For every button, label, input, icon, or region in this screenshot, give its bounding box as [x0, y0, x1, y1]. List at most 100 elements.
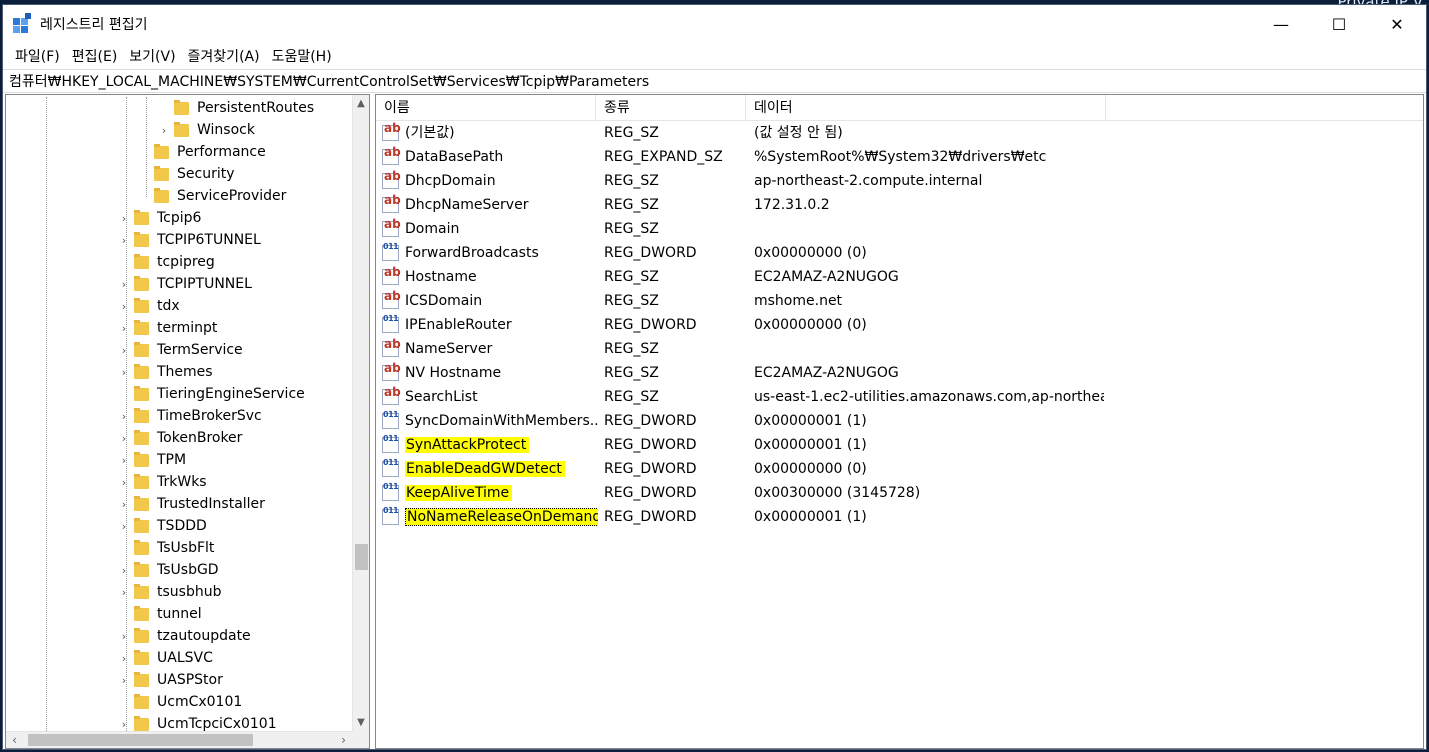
- tree-key-item[interactable]: Performance: [138, 141, 266, 163]
- tree-key-item[interactable]: › tsusbhub: [118, 581, 221, 603]
- scroll-thumb[interactable]: [355, 544, 368, 570]
- value-row[interactable]: Hostname REG_SZ EC2AMAZ-A2NUGOG: [376, 265, 1423, 289]
- value-row[interactable]: (기본값) REG_SZ (값 설정 안 됨): [376, 121, 1423, 145]
- tree-key-item[interactable]: › tdx: [118, 295, 180, 317]
- chevron-right-icon[interactable]: ›: [118, 652, 130, 665]
- tree-key-item[interactable]: › Themes: [118, 361, 213, 383]
- scroll-down-icon[interactable]: ▼: [353, 714, 369, 731]
- chevron-right-icon[interactable]: ›: [118, 498, 130, 511]
- key-tree-pane[interactable]: PersistentRoutes › Winsock Performance Secur…: [5, 94, 370, 749]
- maximize-button[interactable]: ☐: [1310, 5, 1368, 43]
- value-row[interactable]: DataBasePath REG_EXPAND_SZ %SystemRoot%₩Sy…: [376, 145, 1423, 169]
- chevron-right-icon[interactable]: ›: [118, 322, 130, 335]
- value-row[interactable]: KeepAliveTime REG_DWORD 0x00300000 (314572…: [376, 481, 1423, 505]
- value-name-text: SyncDomainWithMembers...: [405, 413, 598, 429]
- value-row[interactable]: ForwardBroadcasts REG_DWORD 0x00000000 (0): [376, 241, 1423, 265]
- chevron-right-icon[interactable]: ›: [118, 630, 130, 643]
- tree-key-item[interactable]: › TokenBroker: [118, 427, 242, 449]
- tree-key-item[interactable]: › TPM: [118, 449, 186, 471]
- value-row[interactable]: ICSDomain REG_SZ mshome.net: [376, 289, 1423, 313]
- tree-key-item[interactable]: tunnel: [118, 603, 202, 625]
- chevron-right-icon[interactable]: ›: [118, 454, 130, 467]
- value-row[interactable]: IPEnableRouter REG_DWORD 0x00000000 (0): [376, 313, 1423, 337]
- scroll-up-icon[interactable]: ▲: [353, 95, 369, 112]
- scroll-left-icon[interactable]: ‹: [6, 732, 23, 748]
- value-row[interactable]: NoNameReleaseOnDemand REG_DWORD 0x00000001…: [376, 505, 1423, 529]
- value-name: SynAttackProtect: [404, 433, 598, 457]
- minimize-button[interactable]: —: [1252, 5, 1310, 43]
- column-data[interactable]: 데이터: [746, 95, 1106, 121]
- tree-key-item[interactable]: › TimeBrokerSvc: [118, 405, 262, 427]
- chevron-right-icon[interactable]: ›: [118, 366, 130, 379]
- tree-key-item[interactable]: TieringEngineService: [118, 383, 305, 405]
- tree-horizontal-scrollbar[interactable]: ‹ ›: [6, 731, 352, 748]
- chevron-right-icon[interactable]: ›: [118, 234, 130, 247]
- tree-key-item[interactable]: Security: [138, 163, 235, 185]
- value-row[interactable]: EnableDeadGWDetect REG_DWORD 0x00000000 (0…: [376, 457, 1423, 481]
- tree-key-item[interactable]: › TrustedInstaller: [118, 493, 265, 515]
- tree-key-label: UASPStor: [157, 672, 223, 688]
- tree-key-item[interactable]: ServiceProvider: [138, 185, 286, 207]
- tree-key-item[interactable]: › Winsock: [158, 119, 255, 141]
- value-type: REG_EXPAND_SZ: [604, 149, 723, 165]
- tree-key-item[interactable]: › TsUsbGD: [118, 559, 219, 581]
- tree-key-item[interactable]: › UALSVC: [118, 647, 213, 669]
- value-type: REG_DWORD: [604, 317, 697, 333]
- hscroll-thumb[interactable]: [28, 734, 253, 746]
- chevron-right-icon[interactable]: ›: [118, 476, 130, 489]
- menu-file[interactable]: 파일(F): [9, 46, 66, 66]
- value-row[interactable]: DhcpNameServer REG_SZ 172.31.0.2: [376, 193, 1423, 217]
- scroll-right-icon[interactable]: ›: [335, 732, 352, 748]
- value-row[interactable]: Domain REG_SZ: [376, 217, 1423, 241]
- tree-key-item[interactable]: › TSDDD: [118, 515, 207, 537]
- close-button[interactable]: ✕: [1368, 5, 1426, 43]
- tree-key-item[interactable]: › Tcpip6: [118, 207, 201, 229]
- value-list-pane[interactable]: 이름 종류 데이터 (기본값) REG_SZ (값 설정 안 됨) DataBaseP…: [375, 94, 1424, 749]
- tree-vertical-scrollbar[interactable]: ▲ ▼: [352, 95, 369, 731]
- chevron-right-icon[interactable]: ›: [118, 212, 130, 225]
- tree-key-item[interactable]: › terminpt: [118, 317, 217, 339]
- chevron-right-icon[interactable]: ›: [118, 564, 130, 577]
- address-bar[interactable]: 컴퓨터₩HKEY_LOCAL_MACHINE₩SYSTEM₩CurrentCon…: [3, 69, 1426, 93]
- menu-edit[interactable]: 편집(E): [66, 46, 124, 66]
- value-row[interactable]: SynAttackProtect REG_DWORD 0x00000001 (1): [376, 433, 1423, 457]
- chevron-right-icon[interactable]: ›: [158, 124, 170, 137]
- title-bar[interactable]: 레지스트리 편집기 — ☐ ✕: [3, 5, 1426, 43]
- chevron-right-icon[interactable]: ›: [118, 410, 130, 423]
- value-row[interactable]: NameServer REG_SZ: [376, 337, 1423, 361]
- chevron-right-icon[interactable]: ›: [118, 278, 130, 291]
- tree-key-item[interactable]: › TrkWks: [118, 471, 207, 493]
- column-type[interactable]: 종류: [596, 95, 746, 121]
- chevron-right-icon[interactable]: ›: [118, 586, 130, 599]
- value-row[interactable]: SyncDomainWithMembers... REG_DWORD 0x00000…: [376, 409, 1423, 433]
- menu-favorites[interactable]: 즐겨찾기(A): [182, 46, 266, 66]
- value-data: EC2AMAZ-A2NUGOG: [754, 365, 899, 381]
- chevron-right-icon[interactable]: ›: [118, 300, 130, 313]
- chevron-right-icon[interactable]: ›: [118, 344, 130, 357]
- tree-key-item[interactable]: › UASPStor: [118, 669, 223, 691]
- dword-value-icon: [382, 410, 399, 429]
- tree-key-item[interactable]: PersistentRoutes: [158, 97, 314, 119]
- value-type: REG_DWORD: [604, 461, 697, 477]
- chevron-right-icon[interactable]: ›: [118, 718, 130, 731]
- menu-view[interactable]: 보기(V): [123, 46, 181, 66]
- value-name-text: Domain: [405, 221, 460, 237]
- tree-key-item[interactable]: › TCPIPTUNNEL: [118, 273, 252, 295]
- tree-key-item[interactable]: › tzautoupdate: [118, 625, 251, 647]
- value-row[interactable]: DhcpDomain REG_SZ ap-northeast-2.compute.i…: [376, 169, 1423, 193]
- value-row[interactable]: NV Hostname REG_SZ EC2AMAZ-A2NUGOG: [376, 361, 1423, 385]
- tree-key-item[interactable]: › TCPIP6TUNNEL: [118, 229, 261, 251]
- column-name[interactable]: 이름: [376, 95, 596, 121]
- tree-key-item[interactable]: UcmCx0101: [118, 691, 242, 713]
- tree-key-label: UcmCx0101: [157, 694, 243, 710]
- chevron-right-icon[interactable]: ›: [118, 520, 130, 533]
- chevron-right-icon[interactable]: ›: [118, 432, 130, 445]
- value-row[interactable]: SearchList REG_SZ us-east-1.ec2-utilities.…: [376, 385, 1423, 409]
- tree-key-item[interactable]: TsUsbFlt: [118, 537, 214, 559]
- menu-help[interactable]: 도움말(H): [266, 46, 338, 66]
- value-type: REG_DWORD: [604, 437, 697, 453]
- tree-key-item[interactable]: › TermService: [118, 339, 243, 361]
- string-value-icon: [382, 289, 401, 309]
- chevron-right-icon[interactable]: ›: [118, 674, 130, 687]
- tree-key-item[interactable]: tcpipreg: [118, 251, 215, 273]
